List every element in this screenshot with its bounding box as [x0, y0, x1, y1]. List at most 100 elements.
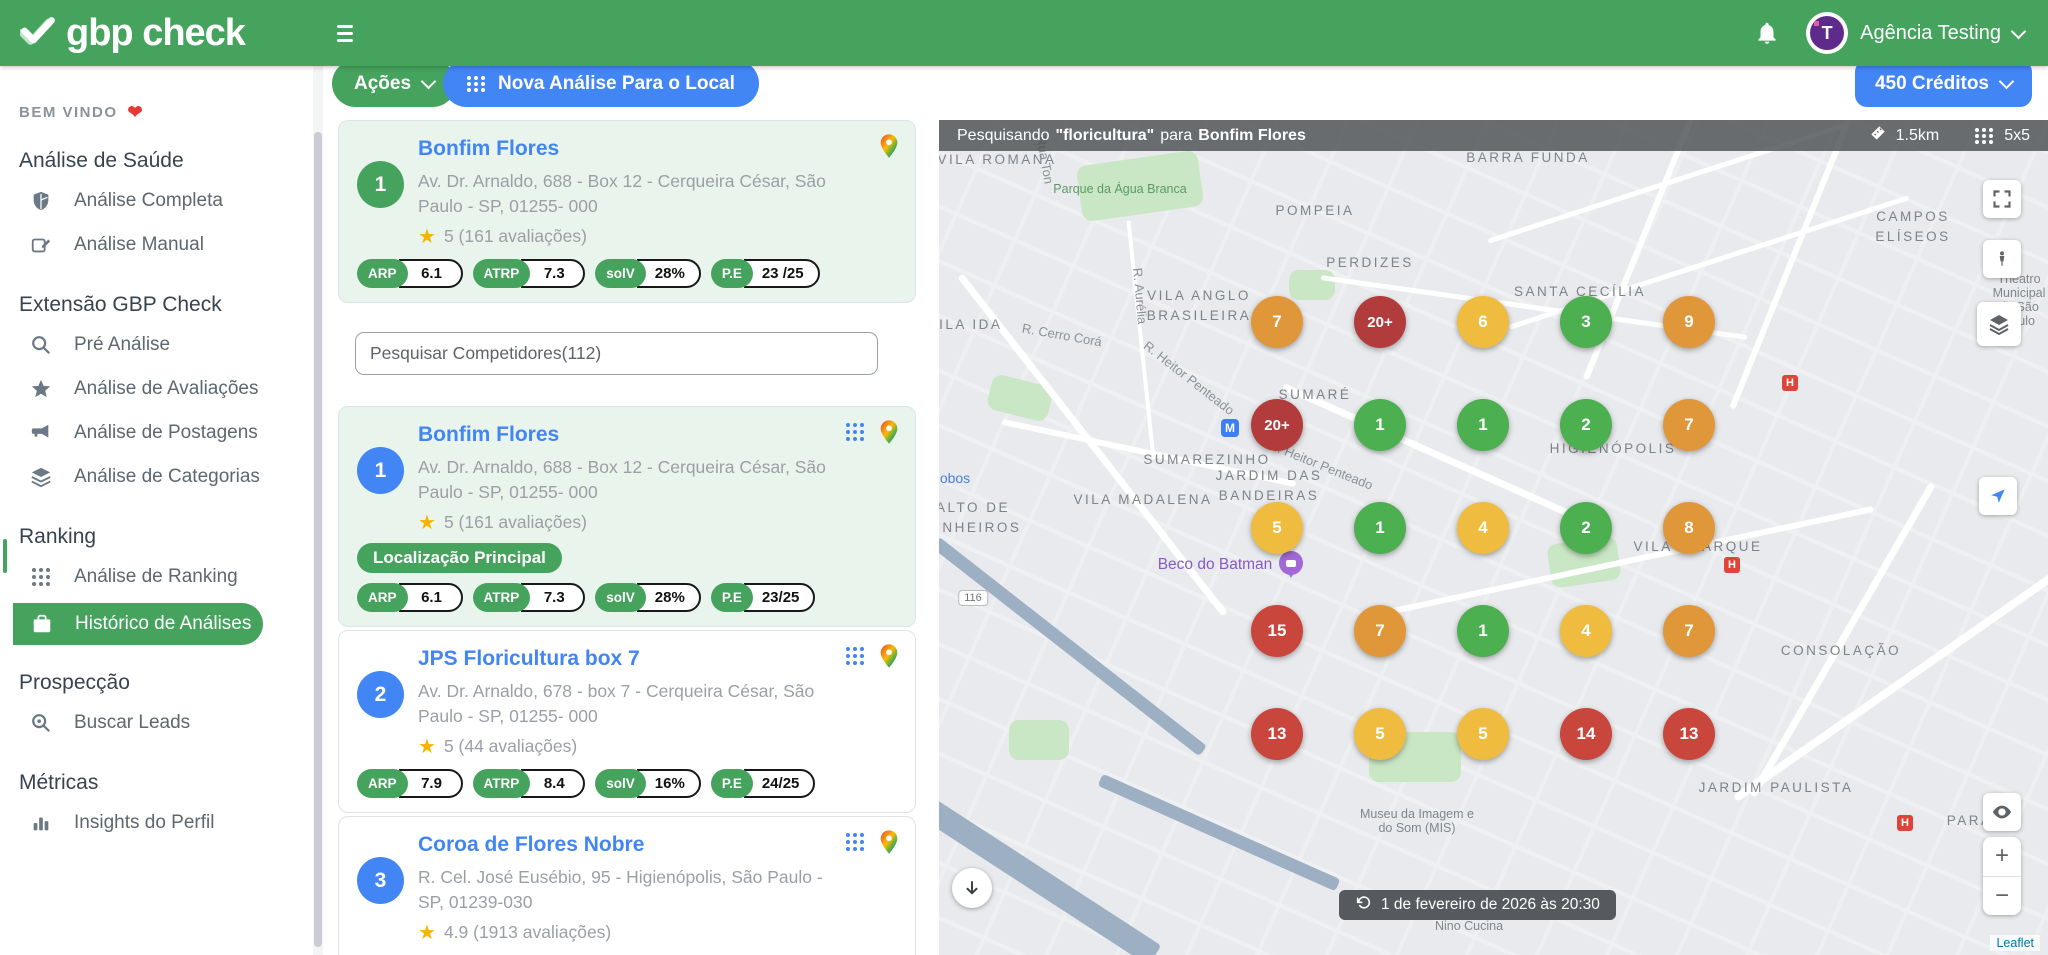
pegman-button[interactable]	[1983, 240, 2021, 278]
rank-marker-r2c4[interactable]: 2	[1560, 399, 1612, 451]
apps-grid-icon[interactable]	[845, 422, 865, 447]
rank-marker-r3c5[interactable]: 8	[1663, 502, 1715, 554]
new-analysis-button[interactable]: Nova Análise Para o Local	[443, 60, 759, 107]
rank-marker-r3c4[interactable]: 2	[1560, 502, 1612, 554]
business-name-link[interactable]: Coroa de Flores Nobre	[418, 833, 838, 857]
rank-marker-r1c5[interactable]: 9	[1663, 296, 1715, 348]
map-area-label: CONSOLAÇÃO	[1781, 641, 1901, 661]
rank-marker-r5c2[interactable]: 5	[1354, 708, 1406, 760]
metric-value: 16%	[637, 769, 701, 798]
rank-marker-r2c5[interactable]: 7	[1663, 399, 1715, 451]
rank-badge: 3	[357, 857, 404, 904]
rank-marker-r2c2[interactable]: 1	[1354, 399, 1406, 451]
locate-button[interactable]	[1979, 477, 2017, 515]
rank-marker-r1c3[interactable]: 6	[1457, 296, 1509, 348]
rank-marker-r5c5[interactable]: 13	[1663, 708, 1715, 760]
app-logo: gbp check	[20, 12, 245, 55]
map-area-label: JARDIM PAULISTA	[1699, 778, 1854, 798]
rank-marker-r4c3[interactable]: 1	[1457, 605, 1509, 657]
competitor-card[interactable]: 1 Bonfim Flores Av. Dr. Arnaldo, 688 - B…	[338, 120, 916, 303]
welcome-text: BEM VINDO ❤	[19, 102, 313, 123]
rank-marker-r2c1[interactable]: 20+	[1251, 399, 1303, 451]
sidebar-item-pr-an-lise[interactable]: Pré Análise	[0, 323, 313, 367]
menu-toggle-button[interactable]	[337, 25, 353, 42]
sidebar-section: Análise de Saúde Análise Completa Anális…	[0, 149, 313, 267]
rank-marker-r5c3[interactable]: 5	[1457, 708, 1509, 760]
apps-grid-icon[interactable]	[845, 646, 865, 671]
star-icon: ★	[418, 224, 436, 249]
sidebar-item-label: Análise de Avaliações	[74, 378, 259, 400]
map-poi-label: obos	[940, 470, 970, 486]
sidebar-item-insights-do-perfil[interactable]: Insights do Perfil	[0, 801, 313, 845]
map-search-status-bar: Pesquisando "floricultura" para Bonfim F…	[939, 120, 2048, 151]
sidebar-item-an-lise-manual[interactable]: Análise Manual	[0, 223, 313, 267]
account-menu[interactable]: T Agência Testing	[1806, 12, 2024, 54]
rank-marker-r3c2[interactable]: 1	[1354, 502, 1406, 554]
business-name-link[interactable]: JPS Floricultura box 7	[418, 647, 838, 671]
ranking-map[interactable]: VILA ROMANAPOMPEIABARRA FUNDACAMPOS ELÍS…	[939, 120, 2048, 955]
business-name-link[interactable]: Bonfim Flores	[418, 137, 838, 161]
rank-marker-r4c2[interactable]: 7	[1354, 605, 1406, 657]
rank-marker-r3c3[interactable]: 4	[1457, 502, 1509, 554]
rank-marker-r1c2[interactable]: 20+	[1354, 296, 1406, 348]
business-address: Av. Dr. Arnaldo, 688 - Box 12 - Cerqueir…	[418, 169, 838, 218]
layers-icon	[30, 466, 52, 488]
grid-icon	[467, 76, 486, 92]
map-poi-label: Parque da Água Branca	[1053, 182, 1186, 196]
star-icon: ★	[418, 920, 436, 945]
visibility-button[interactable]	[1983, 793, 2021, 831]
sidebar-item-label: Histórico de Análises	[75, 613, 251, 635]
apps-grid-icon[interactable]	[845, 832, 865, 857]
rank-marker-r2c3[interactable]: 1	[1457, 399, 1509, 451]
map-pin-icon[interactable]	[879, 643, 899, 674]
search-icon	[30, 334, 52, 356]
zoom-in-button[interactable]: +	[1983, 837, 2021, 877]
sidebar-item-buscar-leads[interactable]: Buscar Leads	[0, 701, 313, 745]
notifications-bell-icon[interactable]	[1754, 20, 1780, 46]
competitor-search-panel	[330, 306, 924, 403]
layers-button[interactable]	[1977, 302, 2021, 346]
metric-badges: ARP7.9ATRP8.4solV16%P.E24/25	[357, 769, 901, 798]
sidebar-item-hist-rico-de-an-lises[interactable]: Histórico de Análises	[13, 603, 263, 645]
sidebar-section: Extensão GBP Check Pré Análise Análise d…	[0, 293, 313, 499]
metric-label: ARP	[357, 769, 408, 798]
chevron-down-icon	[2011, 23, 2027, 39]
scrollbar-thumb[interactable]	[314, 132, 322, 947]
sidebar-item-an-lise-de-avalia-es[interactable]: Análise de Avaliações	[0, 367, 313, 411]
business-address: Av. Dr. Arnaldo, 688 - Box 12 - Cerqueir…	[418, 455, 838, 504]
metric-value: 7.3	[521, 259, 585, 288]
business-name-link[interactable]: Bonfim Flores	[418, 423, 838, 447]
archive-icon	[31, 613, 53, 635]
map-pin-icon[interactable]	[879, 419, 899, 450]
search-location-icon	[30, 712, 52, 734]
competitor-card[interactable]: 3 Coroa de Flores Nobre R. Cel. José Eus…	[338, 816, 916, 955]
map-pin-icon[interactable]	[879, 133, 899, 164]
fullscreen-button[interactable]	[1983, 180, 2021, 218]
sidebar-item-an-lise-de-ranking[interactable]: Análise de Ranking	[0, 555, 313, 599]
map-area-label: VILA IDA	[939, 315, 1002, 335]
zoom-out-button[interactable]: −	[1983, 877, 2021, 916]
competitor-card[interactable]: 1 Bonfim Flores Av. Dr. Arnaldo, 688 - B…	[338, 406, 916, 627]
rank-marker-r1c4[interactable]: 3	[1560, 296, 1612, 348]
sidebar-item-an-lise-de-postagens[interactable]: Análise de Postagens	[0, 411, 313, 455]
rank-marker-r1c1[interactable]: 7	[1251, 296, 1303, 348]
rank-marker-r4c5[interactable]: 7	[1663, 605, 1715, 657]
metric-badges: ARP6.1ATRP7.3solV28%P.E23 /25	[357, 259, 901, 288]
sidebar-scrollbar[interactable]	[313, 66, 323, 955]
scroll-down-button[interactable]	[952, 868, 992, 908]
rank-marker-r4c4[interactable]: 4	[1560, 605, 1612, 657]
credits-button[interactable]: 450 Créditos	[1855, 60, 2032, 107]
map-pin-icon[interactable]	[879, 829, 899, 860]
sidebar-item-an-lise-de-categorias[interactable]: Análise de Categorias	[0, 455, 313, 499]
competitor-search-input[interactable]	[355, 332, 878, 375]
leaflet-link[interactable]: Leaflet	[1996, 936, 2034, 950]
rank-marker-r5c1[interactable]: 13	[1251, 708, 1303, 760]
rank-marker-r4c1[interactable]: 15	[1251, 605, 1303, 657]
map-poi-label: Museu da Imagem e do Som (MIS)	[1360, 807, 1474, 835]
competitor-card[interactable]: 2 JPS Floricultura box 7 Av. Dr. Arnaldo…	[338, 630, 916, 813]
map-area-label: PERDIZES	[1326, 253, 1414, 273]
sidebar-item-an-lise-completa[interactable]: Análise Completa	[0, 179, 313, 223]
rank-marker-r3c1[interactable]: 5	[1251, 502, 1303, 554]
actions-button[interactable]: Ações	[332, 60, 456, 107]
rank-marker-r5c4[interactable]: 14	[1560, 708, 1612, 760]
